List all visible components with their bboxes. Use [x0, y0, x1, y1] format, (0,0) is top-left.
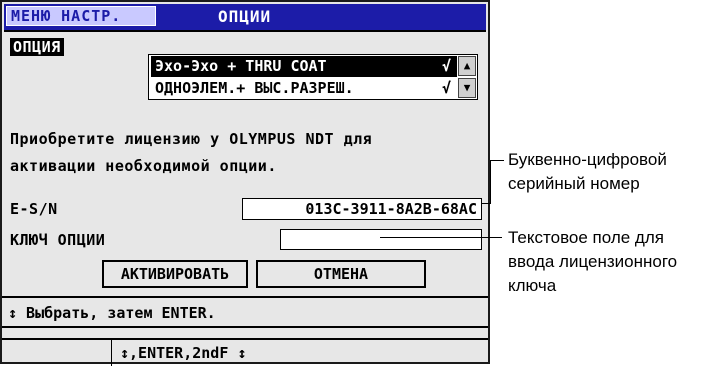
- keys-bar: ↕,ENTER,2ndF ↕: [2, 338, 488, 366]
- setup-menu-tab[interactable]: МЕНЮ НАСТР.: [6, 6, 156, 26]
- callout-line: [490, 160, 491, 204]
- callout-line: [380, 237, 502, 238]
- screen-title: ОПЦИИ: [218, 7, 272, 26]
- activate-button[interactable]: АКТИВИРОВАТЬ: [102, 260, 248, 288]
- device-screen: МЕНЮ НАСТР. ОПЦИИ ОПЦИЯ Эхо-Эхо + THRU C…: [0, 0, 490, 366]
- esn-label: E-S/N: [10, 200, 58, 218]
- scroll-up-arrow-icon[interactable]: ▲: [458, 56, 476, 76]
- option-key-label: КЛЮЧ ОПЦИИ: [10, 231, 106, 249]
- option-item-echo-echo-thru-coat[interactable]: Эхо-Эхо + THRU COAT √: [151, 56, 457, 77]
- option-label: ОПЦИЯ: [10, 38, 64, 56]
- callout-line: [490, 160, 504, 161]
- title-bar: МЕНЮ НАСТР. ОПЦИИ: [4, 4, 486, 32]
- callout-text: ключа: [508, 276, 557, 295]
- option-item-label: Эхо-Эхо + THRU COAT: [155, 57, 327, 75]
- keys-hint-text: ↕,ENTER,2ndF ↕: [120, 344, 247, 362]
- cancel-button[interactable]: ОТМЕНА: [256, 260, 426, 288]
- callout-text: Текстовое поле для: [508, 228, 664, 247]
- esn-value-field: 013C-3911-8A2B-68AC: [242, 198, 482, 220]
- keys-bar-cell: [2, 340, 112, 366]
- callout-text: серийный номер: [508, 174, 640, 193]
- help-text: ↕ Выбрать, затем ENTER.: [8, 304, 216, 322]
- scroll-down-arrow-icon[interactable]: ▼: [458, 78, 476, 98]
- check-icon: √: [441, 79, 451, 97]
- option-item-label: ОДНОЭЛЕМ.+ ВЫС.РАЗРЕШ.: [155, 79, 354, 97]
- options-listbox[interactable]: Эхо-Эхо + THRU COAT √ ОДНОЭЛЕМ.+ ВЫС.РАЗ…: [148, 54, 478, 100]
- option-key-input[interactable]: [280, 229, 482, 250]
- message-line: Приобретите лицензию у OLYMPUS NDT для: [10, 130, 373, 148]
- serial-number-callout: Буквенно-цифровой серийный номер: [508, 148, 667, 196]
- option-item-single-element-high-res[interactable]: ОДНОЭЛЕМ.+ ВЫС.РАЗРЕШ. √: [151, 78, 457, 99]
- key-field-callout: Текстовое поле для ввода лицензионного к…: [508, 226, 677, 298]
- callout-text: ввода лицензионного: [508, 252, 678, 271]
- callout-text: Буквенно-цифровой: [508, 150, 667, 169]
- license-message: Приобретите лицензию у OLYMPUS NDT для а…: [10, 126, 486, 180]
- message-line: активации необходимой опции.: [10, 157, 277, 175]
- help-bar: ↕ Выбрать, затем ENTER.: [2, 296, 488, 328]
- check-icon: √: [441, 57, 451, 75]
